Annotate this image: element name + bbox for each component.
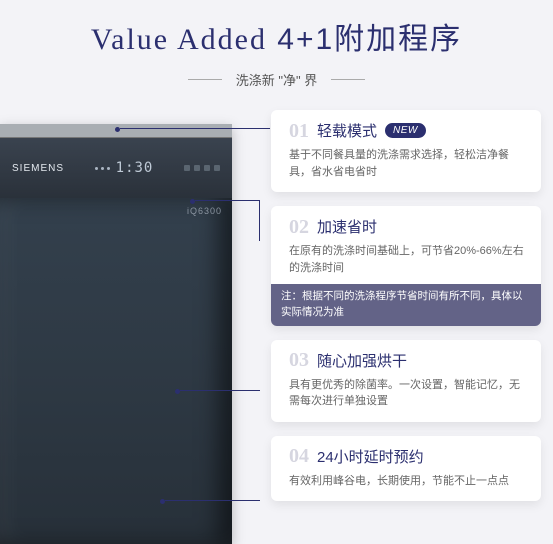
card-head: 03 随心加强烘干 xyxy=(289,350,527,371)
brand-label: SIEMENS xyxy=(12,163,64,174)
feature-title: 轻载模式 xyxy=(317,120,377,141)
feature-title: 随心加强烘干 xyxy=(317,350,407,371)
feature-desc: 基于不同餐具量的洗涤需求选择，轻松洁净餐具，省水省电省时 xyxy=(289,147,527,180)
title-en: Value Added xyxy=(91,23,267,56)
connector-line xyxy=(180,390,260,391)
connector-line xyxy=(120,128,270,129)
feature-number: 03 xyxy=(289,350,309,370)
title-cn: 4+1附加程序 xyxy=(267,23,462,56)
dishwasher-image: SIEMENS 1:30 iQ6300 xyxy=(0,124,232,544)
display-time: 1:30 xyxy=(116,160,154,176)
new-badge: NEW xyxy=(385,123,426,138)
feature-card: 04 24小时延时预约 有效利用峰谷电，长期使用，节能不止一点点 xyxy=(271,436,541,502)
feature-card: 03 随心加强烘干 具有更优秀的除菌率。一次设置，智能记忆，无需每次进行单独设置 xyxy=(271,340,541,422)
feature-note: 注：根据不同的洗涤程序节省时间有所不同，具体以实际情况为准 xyxy=(271,284,541,326)
panel-buttons xyxy=(184,165,220,171)
time-display: 1:30 xyxy=(95,160,154,176)
feature-number: 02 xyxy=(289,217,309,237)
page-title: Value Added 4+1附加程序 xyxy=(0,14,553,58)
feature-desc: 具有更优秀的除菌率。一次设置，智能记忆，无需每次进行单独设置 xyxy=(289,377,527,410)
content: SIEMENS 1:30 iQ6300 01 轻载模式 NEW 基于不 xyxy=(0,100,553,544)
card-head: 01 轻载模式 NEW xyxy=(289,120,527,141)
feature-title: 加速省时 xyxy=(317,216,377,237)
feature-desc: 在原有的洗涤时间基础上，可节省20%-66%左右的洗涤时间 xyxy=(289,243,527,276)
control-panel: SIEMENS 1:30 xyxy=(0,138,232,198)
feature-card: 01 轻载模式 NEW 基于不同餐具量的洗涤需求选择，轻松洁净餐具，省水省电省时 xyxy=(271,110,541,192)
subtitle-text: 洗涤新 "净" 界 xyxy=(236,70,317,89)
dishwasher-door: iQ6300 xyxy=(0,198,232,544)
connector-line xyxy=(195,200,260,201)
card-head: 02 加速省时 xyxy=(289,216,527,237)
feature-number: 04 xyxy=(289,446,309,466)
header: Value Added 4+1附加程序 洗涤新 "净" 界 xyxy=(0,0,553,89)
connector-line xyxy=(165,500,260,501)
feature-number: 01 xyxy=(289,121,309,141)
divider-right xyxy=(331,79,365,80)
feature-card: 02 加速省时 在原有的洗涤时间基础上，可节省20%-66%左右的洗涤时间 注：… xyxy=(271,206,541,326)
subtitle-row: 洗涤新 "净" 界 xyxy=(0,70,553,89)
feature-desc: 有效利用峰谷电，长期使用，节能不止一点点 xyxy=(289,473,527,490)
model-label: iQ6300 xyxy=(187,206,222,216)
indicator-dots xyxy=(95,167,110,170)
card-head: 04 24小时延时预约 xyxy=(289,446,527,467)
feature-title: 24小时延时预约 xyxy=(317,446,424,467)
feature-list: 01 轻载模式 NEW 基于不同餐具量的洗涤需求选择，轻松洁净餐具，省水省电省时… xyxy=(271,110,541,501)
divider-left xyxy=(188,79,222,80)
